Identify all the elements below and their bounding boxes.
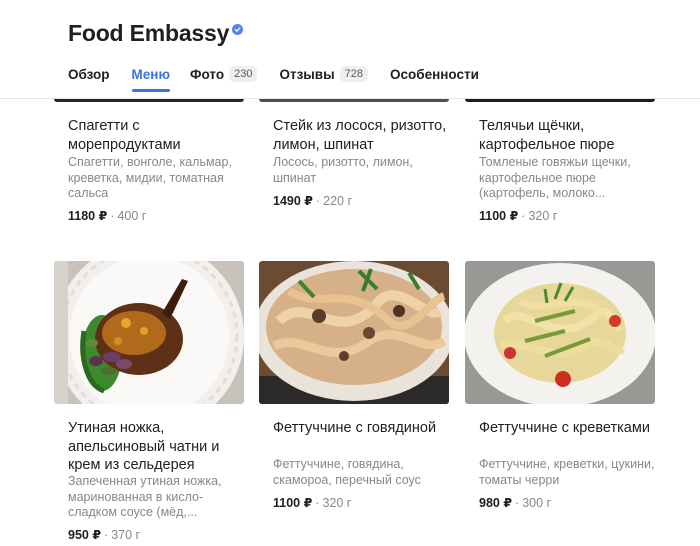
tabs-bar: Обзор Меню Фото 230 Отзывы 728 Особенности — [68, 63, 501, 92]
menu-item-name: Спагетти с морепродуктами — [68, 118, 181, 153]
menu-item-price-row: 1100 ₽ · 320 г — [273, 495, 351, 510]
reviews-count-badge: 728 — [339, 66, 368, 82]
menu-item-card[interactable]: Феттуччине с говядиной Феттуччине, говяд… — [259, 261, 449, 510]
menu-item-price-row: 1100 ₽ · 320 г — [479, 208, 557, 223]
menu-item-price-row: 980 ₽ · 300 г — [479, 495, 551, 510]
menu-item-name: Феттуччине с говядиной — [273, 420, 437, 436]
menu-item-price: 1100 ₽ — [479, 209, 519, 223]
price-separator: · — [315, 194, 321, 208]
menu-item-price: 1490 ₽ — [273, 194, 313, 208]
menu-item-weight: 220 г — [323, 194, 353, 208]
menu-item-price: 1180 ₽ — [68, 209, 108, 223]
menu-item-weight: 400 г — [117, 209, 147, 223]
photos-count-badge: 230 — [229, 66, 258, 82]
menu-item-weight: 300 г — [522, 496, 552, 510]
tab-photos-label: Фото — [189, 66, 225, 82]
menu-item-price: 950 ₽ — [68, 528, 102, 542]
menu-item-description: Спагетти, вонголе, кальмар, креветка, ми… — [68, 155, 232, 200]
verified-badge-icon — [232, 24, 244, 35]
menu-item-weight: 320 г — [322, 496, 352, 510]
menu-item-description: Запеченная утиная ножка, маринованная в … — [68, 474, 222, 519]
menu-item-name: Феттуччине с креветками — [479, 420, 650, 436]
menu-item-description: Лосось, ризотто, лимон, шпинат — [273, 155, 413, 185]
tab-overview[interactable]: Обзор — [68, 63, 110, 85]
tab-reviews[interactable]: Отзывы 728 — [279, 63, 368, 85]
menu-item-description: Томленые говяжьи щечки, картофельное пюр… — [479, 155, 631, 200]
tab-photos[interactable]: Фото 230 — [189, 63, 258, 85]
beef-fettuccine-photo — [259, 261, 449, 404]
title-row: Food Embassy — [68, 20, 244, 47]
menu-item-description: Феттуччине, говядина, скамороа, перечный… — [273, 457, 421, 487]
tab-overview-label: Обзор — [68, 66, 110, 82]
menu-item-description: Феттуччине, креветки, цукини, томаты чер… — [479, 457, 655, 487]
place-header: Food Embassy Обзор Меню Фото 230 Отзывы 72… — [0, 0, 700, 99]
tab-menu[interactable]: Меню — [131, 63, 171, 92]
menu-item-card[interactable]: Феттуччине с креветками Феттуччине, крев… — [465, 261, 655, 510]
page-title: Food Embassy — [68, 20, 230, 46]
price-separator: · — [521, 209, 526, 223]
menu-item-name: Стейк из лосося, ризотто, лимон, шпинат — [273, 118, 447, 153]
menu-item-name: Утиная ножка, апельсиновый чатни и крем … — [68, 420, 220, 473]
menu-item-price: 980 ₽ — [479, 496, 513, 510]
menu-item-card[interactable]: Утиная ножка, апельсиновый чатни и крем … — [54, 261, 244, 542]
tab-menu-label: Меню — [131, 66, 170, 82]
menu-item-price-row: 1180 ₽ · 400 г — [68, 208, 146, 223]
price-separator: · — [110, 209, 115, 223]
menu-item-price-row: 1490 ₽ · 220 г — [273, 193, 352, 208]
tab-features[interactable]: Особенности — [390, 63, 479, 85]
price-separator: · — [515, 496, 520, 510]
menu-item-weight: 370 г — [111, 528, 141, 542]
tab-features-label: Особенности — [390, 66, 479, 82]
tab-reviews-label: Отзывы — [279, 66, 335, 82]
price-separator: · — [315, 496, 320, 510]
menu-item-weight: 320 г — [528, 209, 558, 223]
shrimp-fettuccine-photo — [465, 261, 655, 404]
menu-item-price-row: 950 ₽ · 370 г — [68, 527, 140, 542]
duck-leg-photo — [54, 261, 244, 404]
price-separator: · — [104, 528, 109, 542]
menu-item-name: Телячьи щёчки, картофельное пюре — [479, 118, 615, 153]
menu-item-price: 1100 ₽ — [273, 496, 313, 510]
